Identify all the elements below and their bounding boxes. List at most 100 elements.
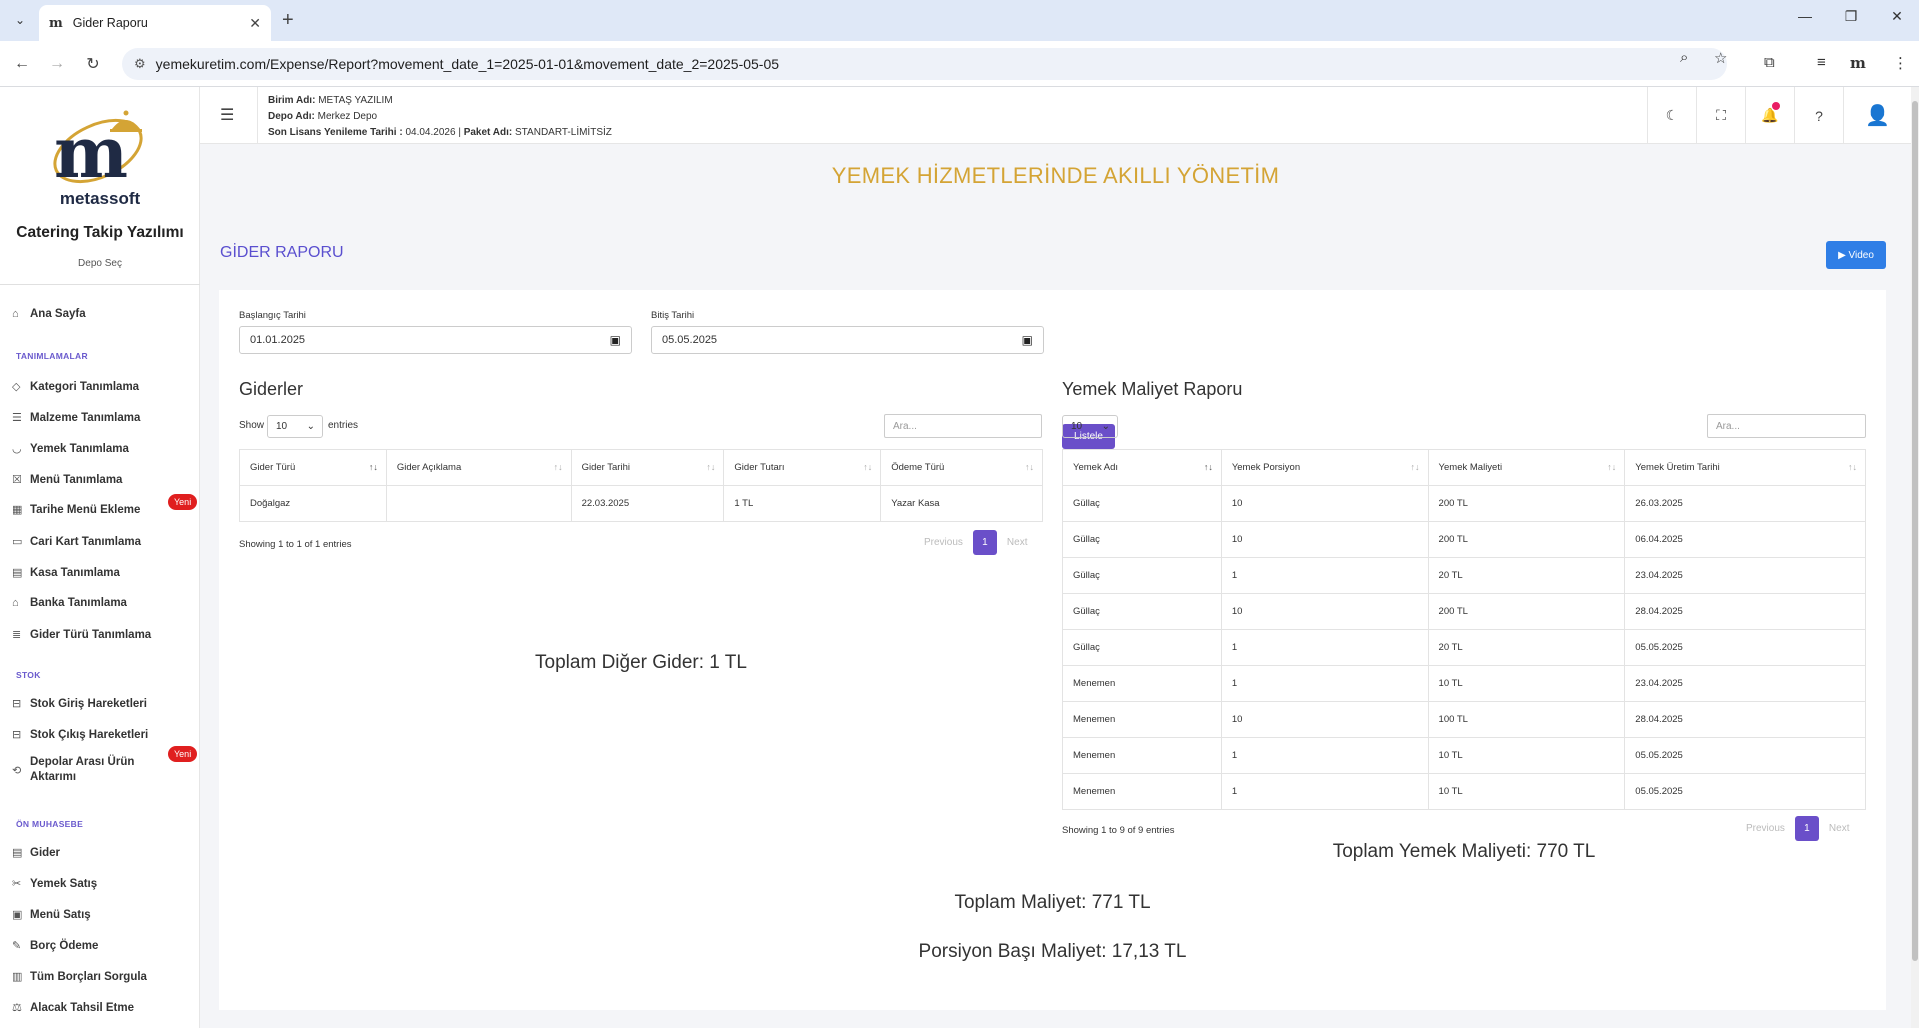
help-icon[interactable]: ? — [1794, 87, 1843, 144]
previous-button[interactable]: Previous — [924, 537, 963, 548]
tab-search-chevron-icon[interactable]: ⌄ — [8, 8, 32, 32]
column-header[interactable]: Yemek Maliyeti ↑↓ — [1427, 449, 1626, 486]
fullscreen-icon[interactable]: ⛶ — [1696, 87, 1745, 144]
page-button[interactable]: 1 — [1794, 816, 1819, 841]
sidebar-item-label: Alacak Tahsil Etme — [30, 1001, 134, 1014]
hamburger-icon[interactable]: ☰ — [220, 105, 234, 125]
sidebar-item[interactable]: ✂ Yemek Satış — [12, 877, 197, 891]
calendar-icon[interactable]: ▣ — [1022, 333, 1033, 347]
table-cell: Menemen — [1062, 773, 1222, 810]
previous-button[interactable]: Previous — [1746, 823, 1785, 834]
page-size-select[interactable]: 10 ⌄ — [267, 415, 323, 438]
metassoft-logo[interactable]: m metassoft — [40, 107, 160, 208]
paket-label: Paket Adı: — [463, 127, 513, 138]
sidebar-item[interactable]: ✎ Borç Ödeme — [12, 939, 197, 953]
column-header[interactable]: Yemek Üretim Tarihi ↑↓ — [1624, 449, 1866, 486]
food-search-input[interactable]: Ara... — [1707, 414, 1866, 438]
sort-icon[interactable]: ↑↓ — [863, 462, 872, 472]
back-icon[interactable]: ← — [10, 52, 34, 76]
sidebar-item[interactable]: ⊟ Stok Giriş Hareketleri — [12, 697, 197, 711]
forward-icon[interactable]: → — [45, 52, 69, 76]
browser-tab[interactable]: m Gider Raporu ✕ — [39, 5, 271, 41]
table-row: Menemen 1 10 TL 05.05.2025 — [1062, 737, 1866, 774]
column-header[interactable]: Gider Türü ↑↓ — [239, 449, 387, 486]
chrome-menu-icon[interactable]: ⋮ — [1893, 54, 1908, 72]
card-icon: ▭ — [12, 536, 23, 548]
birim-value: METAŞ YAZILIM — [318, 95, 393, 106]
calendar-icon[interactable]: ▣ — [610, 333, 621, 347]
profile-icon[interactable]: m — [1850, 54, 1866, 72]
sidebar-item[interactable]: ▤ Kasa Tanımlama — [12, 566, 197, 580]
reload-icon[interactable]: ↻ — [81, 52, 105, 76]
tab-close-icon[interactable]: ✕ — [249, 15, 261, 32]
sidebar-item[interactable]: ⚖ Alacak Tahsil Etme — [12, 1001, 197, 1015]
extensions-icon[interactable]: ⧉ — [1764, 54, 1775, 71]
page-button[interactable]: 1 — [972, 530, 997, 555]
notification-bell-icon[interactable]: 🔔 — [1745, 87, 1794, 144]
restore-icon[interactable]: ❐ — [1836, 8, 1866, 25]
sidebar-item[interactable]: ▥ Tüm Borçları Sorgula — [12, 970, 197, 984]
column-header[interactable]: Gider Tutarı ↑↓ — [723, 449, 882, 486]
start-date-label: Başlangıç Tarihi — [239, 310, 306, 321]
scroll-thumb[interactable] — [1912, 101, 1918, 961]
next-button[interactable]: Next — [1829, 823, 1850, 834]
sidebar-item[interactable]: ☰ Malzeme Tanımlama — [12, 411, 197, 425]
video-button[interactable]: ▶ Video — [1826, 241, 1886, 269]
table-cell: Güllaç — [1062, 557, 1222, 594]
table-cell: 200 TL — [1427, 593, 1626, 630]
expenses-info: Showing 1 to 1 of 1 entries — [239, 539, 352, 550]
column-header[interactable]: Ödeme Türü ↑↓ — [880, 449, 1043, 486]
start-date-input[interactable]: 01.01.2025 ▣ — [239, 326, 632, 354]
minimize-icon[interactable]: — — [1790, 8, 1820, 24]
zoom-icon[interactable]: ⌕ — [1680, 49, 1688, 66]
column-header-label: Gider Açıklama — [396, 462, 462, 473]
sort-icon[interactable]: ↑↓ — [1204, 462, 1213, 472]
window-close-icon[interactable]: ✕ — [1882, 8, 1912, 25]
favicon-icon: m — [49, 15, 63, 31]
sort-icon[interactable]: ↑↓ — [1848, 462, 1857, 472]
sidebar-item[interactable]: ◇ Kategori Tanımlama — [12, 380, 197, 394]
sort-icon[interactable]: ↑↓ — [1411, 462, 1420, 472]
sort-icon[interactable]: ↑↓ — [706, 462, 715, 472]
new-tab-icon[interactable]: + — [282, 8, 294, 32]
site-info-icon[interactable]: ⚙ — [134, 56, 146, 72]
sidebar-item[interactable]: ⊟ Stok Çıkış Hareketleri — [12, 728, 197, 742]
sort-icon[interactable]: ↑↓ — [369, 462, 378, 472]
column-header[interactable]: Gider Tarihi ↑↓ — [570, 449, 725, 486]
food-page-size-select[interactable]: 10 ⌄ — [1062, 415, 1118, 438]
start-date-value: 01.01.2025 — [250, 334, 306, 346]
menu-board-icon: ☒ — [12, 474, 22, 486]
next-button[interactable]: Next — [1007, 537, 1028, 548]
column-header[interactable]: Yemek Adı ↑↓ — [1062, 449, 1222, 486]
table-row: Güllaç 10 200 TL 26.03.2025 — [1062, 485, 1866, 522]
sidebar-item[interactable]: ≣ Gider Türü Tanımlama — [12, 628, 197, 642]
sidebar-item-label: Stok Çıkış Hareketleri — [30, 728, 149, 741]
sort-icon[interactable]: ↑↓ — [1025, 462, 1034, 472]
sidebar-item[interactable]: ☒ Menü Tanımlama — [12, 473, 197, 487]
table-cell: 28.04.2025 — [1624, 701, 1866, 738]
sidebar-item[interactable]: ▣ Menü Satış — [12, 908, 197, 922]
address-bar[interactable]: ⚙ yemekuretim.com/Expense/Report?movemen… — [122, 48, 1727, 80]
table-cell: 10 — [1220, 485, 1429, 522]
page-scrollbar[interactable] — [1911, 87, 1919, 1028]
sidebar-item[interactable]: ⌂ Ana Sayfa — [12, 308, 197, 320]
dark-mode-icon[interactable]: ☾ — [1647, 87, 1696, 144]
column-header[interactable]: Yemek Porsiyon ↑↓ — [1220, 449, 1429, 486]
sort-icon[interactable]: ↑↓ — [1607, 462, 1616, 472]
info-separator: | — [458, 127, 461, 138]
table-cell: 10 — [1220, 701, 1429, 738]
sidebar-item[interactable]: ▭ Cari Kart Tanımlama — [12, 535, 197, 549]
end-date-label: Bitiş Tarihi — [651, 310, 695, 321]
bookmark-star-icon[interactable]: ☆ — [1714, 49, 1727, 67]
transfer-icon: ⟲ — [12, 764, 22, 777]
sidebar-item[interactable]: ⌂ Banka Tanımlama — [12, 597, 197, 609]
end-date-input[interactable]: 05.05.2025 ▣ — [651, 326, 1044, 354]
column-header[interactable]: Gider Açıklama ↑↓ — [385, 449, 572, 486]
user-avatar-icon[interactable]: 👤 — [1843, 87, 1911, 144]
sort-icon[interactable]: ↑↓ — [554, 462, 563, 472]
sidebar-item[interactable]: ▤ Gider — [12, 846, 197, 860]
sidebar-item[interactable]: ◡ Yemek Tanımlama — [12, 442, 197, 456]
expenses-search-input[interactable]: Ara... — [884, 414, 1042, 438]
depo-select[interactable]: Depo Seç — [0, 258, 200, 269]
media-icon[interactable]: ≡ — [1817, 54, 1826, 71]
